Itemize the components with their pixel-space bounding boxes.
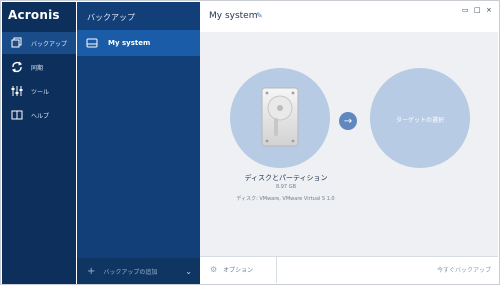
nav-item-label: ツール	[31, 88, 50, 96]
nav-item-tools[interactable]: ツール	[2, 80, 76, 102]
tools-icon	[9, 83, 25, 99]
source-size: 8.97 GB	[275, 184, 297, 190]
target-selector-label: ターゲットの選択	[395, 117, 444, 124]
plus-icon: +	[87, 265, 96, 277]
main-header: My system ✎ ▭ □ ×	[200, 2, 498, 32]
gear-icon: ⚙	[210, 265, 218, 274]
minimize-icon[interactable]: ▭	[462, 6, 469, 14]
drive-icon	[84, 35, 100, 51]
brand-logo: Acronis	[8, 8, 60, 22]
hard-disk-icon	[261, 87, 299, 147]
panel-title: バックアップ	[87, 13, 135, 22]
chevron-down-icon[interactable]: ⌄	[185, 267, 192, 276]
nav-item-backup[interactable]: バックアップ	[2, 32, 76, 54]
main-area: My system ✎ ▭ □ × → ターゲットの選択 ディスクとパーティショ…	[200, 2, 498, 283]
close-icon[interactable]: ×	[486, 6, 492, 14]
source-description: ディスク: VMware, VMware Virtual S 1.0	[236, 196, 335, 202]
edit-pencil-icon[interactable]: ✎	[256, 11, 263, 20]
nav-item-label: バックアップ	[31, 40, 68, 48]
nav-item-label: ヘルプ	[31, 112, 50, 120]
footer-divider	[276, 257, 277, 283]
left-nav: Acronis バックアップ 同期 ツール ヘルプ	[2, 2, 76, 284]
app-window: Acronis バックアップ 同期 ツール ヘルプ バックアップ My syst…	[0, 0, 500, 285]
backup-item-my-system[interactable]: My system	[77, 30, 200, 56]
backup-now-button[interactable]: 今すぐバックアップ	[437, 265, 491, 274]
source-name: ディスクとパーティション	[244, 174, 328, 182]
arrow-right-icon: →	[339, 112, 357, 130]
copy-icon	[9, 35, 25, 51]
options-button[interactable]: ⚙ オプション	[210, 265, 253, 274]
maximize-icon[interactable]: □	[474, 6, 481, 14]
sync-icon	[9, 59, 25, 75]
add-backup-button[interactable]: + バックアップの追加 ⌄	[77, 258, 200, 284]
nav-item-help[interactable]: ヘルプ	[2, 104, 76, 126]
add-backup-label: バックアップの追加	[103, 268, 158, 276]
nav-item-label: 同期	[31, 64, 44, 72]
book-icon	[9, 107, 25, 123]
main-footer: ⚙ オプション 今すぐバックアップ	[200, 256, 498, 283]
nav-item-sync[interactable]: 同期	[2, 56, 76, 78]
backup-list-panel: バックアップ My system + バックアップの追加 ⌄	[77, 2, 200, 284]
options-label: オプション	[223, 267, 254, 274]
backup-title: My system	[209, 11, 258, 21]
source-drop-circle[interactable]	[230, 68, 330, 168]
backup-item-label: My system	[108, 39, 151, 47]
